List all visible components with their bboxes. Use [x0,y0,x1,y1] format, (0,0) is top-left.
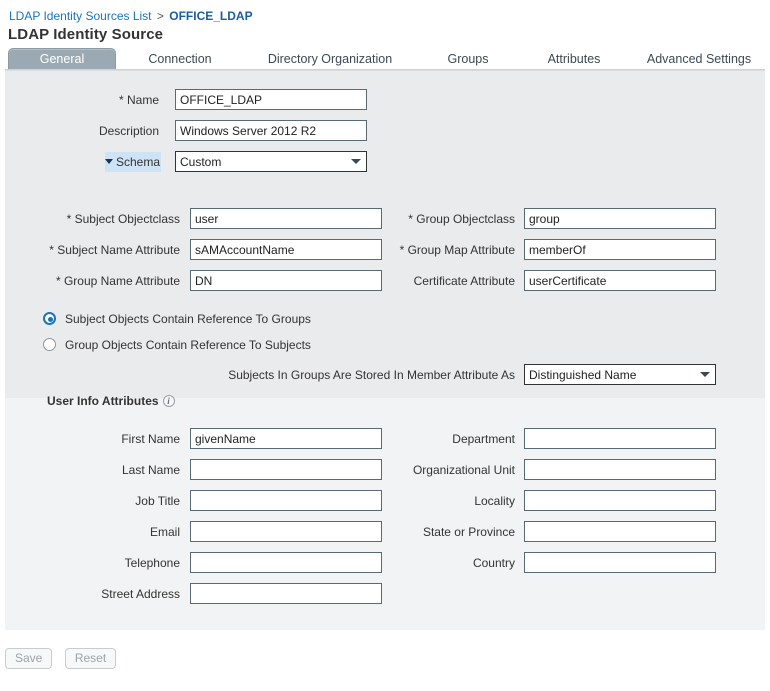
breadcrumb-separator: > [156,9,164,23]
description-input[interactable] [175,120,367,141]
tab-connection[interactable]: Connection [128,48,232,70]
schema-label: Schema [116,155,161,169]
state-or-province-input[interactable] [524,521,716,542]
certificate-attribute-input[interactable] [524,270,716,291]
breadcrumb-current: OFFICE_LDAP [169,9,253,23]
last-name-input[interactable] [190,459,382,480]
group-objectclass-input[interactable] [524,208,716,229]
breadcrumb: LDAP Identity Sources List > OFFICE_LDAP [9,9,253,23]
member-attribute-label: Subjects In Groups Are Stored In Member … [228,368,515,382]
radio-group-objects-reference[interactable] [43,338,56,351]
schema-select[interactable]: Custom [175,151,367,172]
member-attribute-select[interactable]: Distinguished Name [524,364,716,385]
tab-attributes[interactable]: Attributes [522,48,626,70]
group-name-attribute-label: * Group Name Attribute [55,274,180,288]
group-map-attribute-input[interactable] [524,239,716,260]
radio-subject-objects-reference[interactable] [43,312,56,325]
locality-input[interactable] [524,490,716,511]
form-panel: * Name Description Schema Custom * Subje… [5,70,765,630]
radio-group-objects-reference-label: Group Objects Contain Reference To Subje… [65,338,311,352]
user-info-attributes-header: User Info Attributes i [47,392,175,410]
info-icon[interactable]: i [162,395,175,407]
breadcrumb-parent-link[interactable]: LDAP Identity Sources List [9,9,152,23]
organizational-unit-label: Organizational Unit [412,463,515,477]
first-name-input[interactable] [190,428,382,449]
user-info-attributes-title: User Info Attributes [47,394,159,408]
member-attribute-select-wrapper: Distinguished Name [524,364,716,385]
first-name-label: First Name [121,432,180,446]
schema-section-toggle[interactable]: Schema [105,152,162,172]
last-name-label: Last Name [121,463,180,477]
group-map-attribute-label: * Group Map Attribute [399,243,515,257]
name-input[interactable] [175,89,367,110]
organizational-unit-input[interactable] [524,459,716,480]
locality-label: Locality [474,494,515,508]
subject-name-attribute-input[interactable] [190,239,382,260]
schema-select-wrapper: Custom [175,151,367,172]
reset-button[interactable]: Reset [64,648,117,669]
description-label: Description [98,124,159,138]
tab-general[interactable]: General [8,48,116,70]
subject-name-attribute-label: * Subject Name Attribute [49,243,180,257]
ldap-identity-source-page: LDAP Identity Sources List > OFFICE_LDAP… [0,0,770,691]
triangle-down-icon [105,159,113,164]
tab-bar: General Connection Directory Organizatio… [0,48,770,70]
group-name-attribute-input[interactable] [190,270,382,291]
email-input[interactable] [190,521,382,542]
save-button[interactable]: Save [5,648,53,669]
radio-subject-objects-reference-label: Subject Objects Contain Reference To Gro… [65,312,311,326]
name-label: * Name [118,93,159,107]
certificate-attribute-label: Certificate Attribute [413,274,515,288]
country-label: Country [472,556,515,570]
state-or-province-label: State or Province [422,525,515,539]
subject-objectclass-label: * Subject Objectclass [66,212,180,226]
tab-advanced-settings[interactable]: Advanced Settings [632,48,766,70]
subject-objectclass-input[interactable] [190,208,382,229]
street-address-label: Street Address [101,587,180,601]
group-objectclass-label: * Group Objectclass [408,212,515,226]
page-title: LDAP Identity Source [8,26,164,43]
department-label: Department [452,432,515,446]
email-label: Email [149,525,180,539]
street-address-input[interactable] [190,583,382,604]
form-footer: Save Reset [5,648,124,669]
country-input[interactable] [524,552,716,573]
job-title-label: Job Title [135,494,180,508]
tab-directory-organization[interactable]: Directory Organization [240,48,420,70]
department-input[interactable] [524,428,716,449]
tab-groups[interactable]: Groups [420,48,516,70]
job-title-input[interactable] [190,490,382,511]
telephone-label: Telephone [124,556,180,570]
telephone-input[interactable] [190,552,382,573]
panel-top-divider [5,70,765,71]
